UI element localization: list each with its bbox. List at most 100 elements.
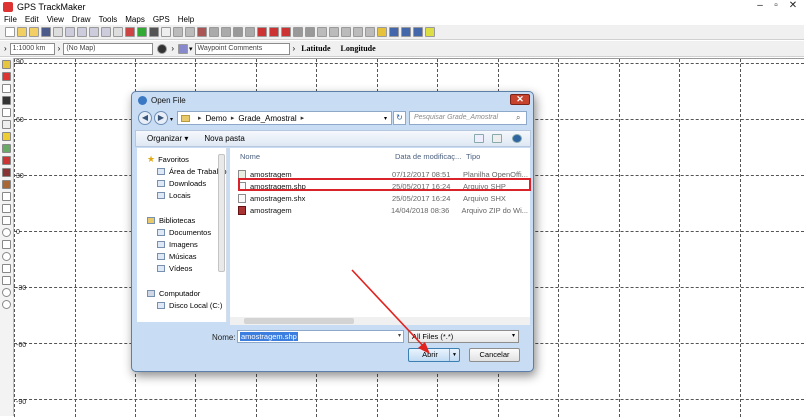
layers-icon[interactable] [149, 27, 159, 37]
breadcrumb[interactable]: ▸ Demo ▸ Grade_Amostral ▸ ▾ [177, 111, 392, 125]
chevron-right-icon[interactable]: › [171, 44, 174, 53]
organize-button[interactable]: Organizar ▾ [147, 134, 188, 143]
scroll-thumb[interactable] [244, 318, 354, 324]
filename-input[interactable]: amostragem.shp ▾ [237, 330, 404, 343]
dropdown-arrow-icon[interactable]: ▾ [512, 331, 515, 342]
list-item[interactable]: amostragem 14/04/2018 08:36 Arquivo ZIP … [238, 204, 528, 216]
address-dropdown-icon[interactable]: ▾ [384, 115, 387, 122]
sidebar-item-documents[interactable]: Documentos [157, 228, 211, 237]
new-folder-button[interactable]: Nova pasta [204, 134, 244, 143]
pan-icon[interactable] [113, 27, 123, 37]
waypoint-icon[interactable] [178, 43, 189, 54]
forward-button[interactable]: ▶ [154, 111, 168, 125]
column-name[interactable]: Nome [240, 152, 260, 161]
lock-icon[interactable] [2, 132, 11, 141]
scale-field[interactable]: 1:1000 km [9, 42, 55, 55]
options-icon[interactable] [401, 27, 411, 37]
waypoint-edit-icon[interactable] [269, 27, 279, 37]
move-icon[interactable] [2, 120, 11, 129]
waypoint-comments-select[interactable]: Waypoint Comments [194, 42, 290, 55]
table-icon[interactable] [293, 27, 303, 37]
maximize-icon[interactable]: ▫ [771, 1, 781, 11]
gps-send-icon[interactable] [221, 27, 231, 37]
route-icon[interactable] [197, 27, 207, 37]
preview-pane-icon[interactable] [492, 134, 502, 143]
track-draw-icon[interactable] [2, 168, 11, 177]
menu-gps[interactable]: GPS [149, 14, 174, 25]
arrow-up-icon[interactable] [341, 27, 351, 37]
save-icon[interactable] [41, 27, 51, 37]
computer-icon[interactable] [245, 27, 255, 37]
dialog-close-button[interactable]: ✕ [510, 94, 530, 105]
target-icon[interactable] [2, 288, 11, 297]
rounded-rect-icon[interactable] [2, 240, 11, 249]
arrow-down-icon[interactable] [329, 27, 339, 37]
sidebar-item-computer[interactable]: Computador [147, 289, 200, 298]
map-select[interactable]: (No Map) [63, 42, 154, 55]
grid-icon[interactable] [389, 27, 399, 37]
polyline-icon[interactable] [2, 204, 11, 213]
measure-icon[interactable] [185, 27, 195, 37]
line-icon[interactable] [2, 192, 11, 201]
chevron-right-icon[interactable]: ▸ [198, 114, 202, 122]
satellite-icon[interactable] [233, 27, 243, 37]
help-icon[interactable] [512, 134, 522, 143]
menu-draw[interactable]: Draw [68, 14, 95, 25]
waypoint-add-icon[interactable] [257, 27, 267, 37]
chevron-right-icon[interactable]: › [58, 44, 61, 53]
select-icon[interactable] [2, 108, 11, 117]
sidebar-item-music[interactable]: Músicas [157, 252, 197, 261]
marker-icon[interactable] [2, 300, 11, 309]
properties-icon[interactable] [305, 27, 315, 37]
history-dropdown-icon[interactable]: ▾ [170, 116, 173, 123]
view-options-icon[interactable] [474, 134, 484, 143]
breadcrumb-grade-amostral[interactable]: Grade_Amostral [238, 114, 296, 123]
open-recent-icon[interactable] [29, 27, 39, 37]
chevron-down-icon[interactable]: ▼ [449, 349, 459, 361]
horizontal-scrollbar[interactable] [230, 317, 530, 325]
menu-maps[interactable]: Maps [121, 14, 149, 25]
column-date[interactable]: Data de modificaç... [395, 152, 461, 161]
open-button[interactable]: Abrir ▼ [408, 348, 460, 362]
menu-help[interactable]: Help [174, 14, 198, 25]
pen-icon[interactable] [2, 156, 11, 165]
sidebar-item-videos[interactable]: Vídeos [157, 264, 192, 273]
route-draw-icon[interactable] [2, 180, 11, 189]
sidebar-item-libraries[interactable]: Bibliotecas [147, 216, 195, 225]
zoom-all-icon[interactable] [101, 27, 111, 37]
menu-edit[interactable]: Edit [21, 14, 43, 25]
globe-icon[interactable] [137, 27, 147, 37]
sidebar-item-local-disk[interactable]: Disco Local (C:) [157, 301, 222, 310]
refresh-button[interactable]: ↻ [393, 111, 406, 125]
node-icon[interactable] [2, 144, 11, 153]
back-button[interactable]: ◀ [138, 111, 152, 125]
polygon-icon[interactable] [2, 276, 11, 285]
chevron-right-icon[interactable]: ▸ [301, 114, 305, 122]
search-input[interactable]: Pesquisar Grade_Amostral [409, 111, 527, 125]
rectangle-select-icon[interactable] [2, 84, 11, 93]
sun-icon[interactable] [377, 27, 387, 37]
pencil-icon[interactable] [2, 72, 11, 81]
close-window-icon[interactable]: ✕ [788, 1, 798, 11]
new-file-icon[interactable] [5, 27, 15, 37]
filter-icon[interactable] [317, 27, 327, 37]
track-icon[interactable] [125, 27, 135, 37]
nav-scrollbar[interactable] [218, 154, 225, 272]
triangle-icon[interactable] [2, 264, 11, 273]
breadcrumb-demo[interactable]: Demo [206, 114, 227, 123]
menu-file[interactable]: File [0, 14, 21, 25]
cancel-button[interactable]: Cancelar [469, 348, 520, 362]
config-icon[interactable] [413, 27, 423, 37]
search-map-icon[interactable] [173, 27, 183, 37]
record-icon[interactable] [157, 43, 168, 54]
print-icon[interactable] [53, 27, 63, 37]
sidebar-item-desktop[interactable]: Área de Trabalho [157, 167, 227, 176]
split-icon[interactable] [353, 27, 363, 37]
list-item[interactable]: amostragem.shx 25/05/2017 16:24 Arquivo … [238, 192, 528, 204]
menu-view[interactable]: View [43, 14, 68, 25]
dropdown-arrow-icon[interactable]: ▾ [398, 331, 401, 342]
pointer-icon[interactable] [2, 60, 11, 69]
file-type-select[interactable]: All Files (*.*) ▾ [408, 330, 519, 343]
help-icon[interactable] [425, 27, 435, 37]
waypoint-delete-icon[interactable] [281, 27, 291, 37]
